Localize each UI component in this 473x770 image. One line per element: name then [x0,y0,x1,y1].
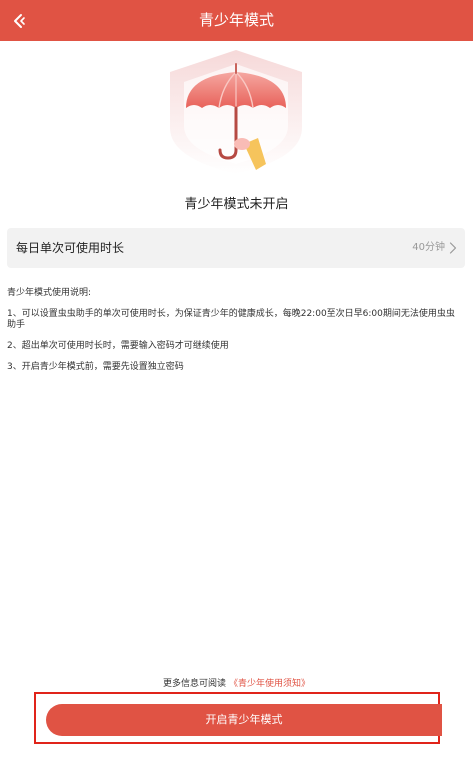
more-info-text: 更多信息可阅读 《青少年使用须知》 [0,676,473,689]
more-info-prefix: 更多信息可阅读 [163,679,227,689]
description-item: 2、超出单次可使用时长时，需要输入密码才可继续使用 [7,341,229,351]
status-text: 青少年模式未开启 [184,197,289,212]
setting-label: 每日单次可使用时长 [16,241,125,255]
app-header: 青少年模式 [0,0,473,41]
umbrella-shield-icon [170,50,302,174]
daily-usage-time-setting[interactable]: 每日单次可使用时长 40分钟 [7,228,465,268]
enable-youth-mode-button[interactable]: 开启青少年模式 [46,704,442,736]
setting-value: 40分钟 [412,242,445,253]
description-title: 青少年模式使用说明: [7,288,92,298]
description-item: 3、开启青少年模式前，需要先设置独立密码 [7,362,184,372]
page-title: 青少年模式 [198,11,274,29]
youth-notice-link[interactable]: 《青少年使用须知》 [229,679,310,689]
usage-description: 青少年模式使用说明: 1、可以设置虫虫助手的单次可使用时长，为保证青少年的健康成… [7,288,462,383]
description-item: 1、可以设置虫虫助手的单次可使用时长，为保证青少年的健康成长，每晚22:00至次… [7,309,455,330]
cta-highlight-frame: 开启青少年模式 [34,692,442,744]
chevron-right-icon [449,242,457,254]
hero-illustration [156,46,316,176]
